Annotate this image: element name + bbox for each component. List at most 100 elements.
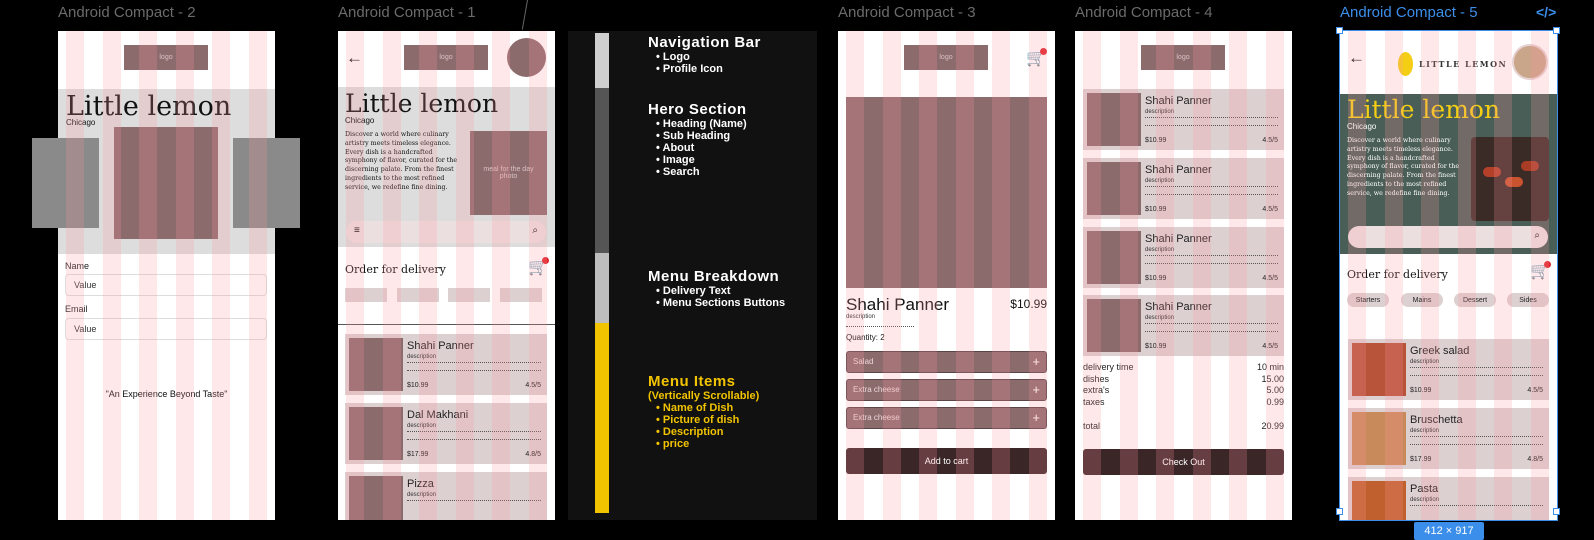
resize-handle-tr[interactable] bbox=[1553, 27, 1560, 34]
category-button-2[interactable] bbox=[397, 288, 439, 302]
dotted-line bbox=[1410, 367, 1543, 368]
dish-price: $10.99 bbox=[407, 382, 429, 389]
profile-avatar[interactable] bbox=[1512, 44, 1548, 80]
dish-rating: 4.8/5 bbox=[525, 451, 541, 458]
dotted-line bbox=[1145, 331, 1278, 332]
section-hero bbox=[595, 88, 609, 253]
dotted-line bbox=[1145, 194, 1278, 195]
cart-badge bbox=[542, 257, 549, 264]
email-field[interactable]: Value bbox=[65, 318, 267, 340]
summary-row-total: total 20.99 bbox=[1083, 421, 1284, 431]
search-bar[interactable]: ≡ ⌕ bbox=[346, 221, 546, 243]
note-item: Search bbox=[656, 166, 747, 178]
plus-icon[interactable]: + bbox=[1032, 382, 1040, 397]
food-detail bbox=[1521, 161, 1539, 171]
note-item: Sub Heading bbox=[656, 130, 747, 142]
dotted-line bbox=[407, 500, 541, 501]
tagline: "An Experience Beyond Taste" bbox=[105, 389, 228, 399]
checkout-button[interactable]: Check Out bbox=[1083, 449, 1284, 475]
hero-subheading: Chicago bbox=[66, 118, 96, 127]
back-arrow-icon[interactable]: ← bbox=[346, 48, 363, 68]
carousel-image-main bbox=[114, 127, 218, 239]
frame-android-compact-2: logo Little lemon Chicago Name Value Ema… bbox=[58, 31, 275, 520]
category-button-3[interactable] bbox=[448, 288, 490, 302]
resize-handle-bl[interactable] bbox=[1336, 508, 1343, 515]
order-delivery-text: Order for delivery bbox=[1347, 268, 1448, 281]
note-menu-items: Menu Items (Vertically Scrollable) Name … bbox=[648, 373, 759, 450]
category-button-1[interactable] bbox=[345, 288, 387, 302]
dish-price: $17.99 bbox=[1410, 456, 1432, 463]
code-icon[interactable]: </> bbox=[1536, 4, 1556, 20]
menu-item-card[interactable]: Bruschetta description $17.99 4.8/5 bbox=[1348, 408, 1549, 469]
menu-item-card[interactable]: Pizza description bbox=[345, 472, 547, 520]
carousel-image-right bbox=[233, 138, 300, 228]
dish-name: Shahi Panner bbox=[1145, 301, 1212, 313]
option-extra-cheese[interactable]: Extra cheese + bbox=[846, 379, 1047, 401]
cart-item-card[interactable]: Shahi Panner description $10.99 4.5/5 bbox=[1083, 89, 1284, 150]
menu-item-card[interactable]: Pasta description bbox=[1348, 477, 1549, 520]
name-field[interactable]: Value bbox=[65, 274, 267, 296]
dish-description: description bbox=[1145, 109, 1175, 115]
plus-icon[interactable]: + bbox=[1032, 354, 1040, 369]
food-detail bbox=[1483, 167, 1501, 177]
note-navigation-bar: Navigation Bar Logo Profile Icon bbox=[648, 34, 761, 75]
dish-price: $10.99 bbox=[1145, 275, 1167, 282]
note-item: Menu Sections Buttons bbox=[656, 297, 785, 309]
category-starters[interactable]: Starters bbox=[1347, 293, 1389, 307]
option-salad[interactable]: Salad + bbox=[846, 351, 1047, 373]
profile-avatar[interactable] bbox=[507, 38, 546, 77]
add-to-cart-button[interactable]: Add to cart bbox=[846, 448, 1047, 474]
hero-about: Discover a world where culinary artistry… bbox=[1347, 137, 1460, 197]
dish-image bbox=[1352, 412, 1406, 465]
note-subtitle: (Vertically Scrollable) bbox=[648, 390, 760, 402]
resize-handle-tl[interactable] bbox=[1336, 27, 1343, 34]
frame-size-badge: 412 × 917 bbox=[1414, 522, 1484, 540]
section-menu-breakdown bbox=[595, 253, 609, 323]
frame-title-5: Android Compact - 5 bbox=[1340, 4, 1478, 21]
carousel-image-left bbox=[32, 138, 99, 228]
option-extra-cheese[interactable]: Extra cheese + bbox=[846, 407, 1047, 429]
name-label: Name bbox=[65, 261, 90, 271]
lemon-logo-icon bbox=[1398, 52, 1413, 76]
dish-name: Bruschetta bbox=[1410, 414, 1463, 426]
search-icon[interactable]: ⌕ bbox=[532, 225, 538, 236]
dish-price: $10.99 bbox=[1145, 206, 1167, 213]
note-item: Heading (Name) bbox=[656, 118, 747, 130]
dish-rating: 4.5/5 bbox=[1262, 343, 1278, 350]
cart-item-card[interactable]: Shahi Panner description $10.99 4.5/5 bbox=[1083, 295, 1284, 356]
dish-description: description bbox=[1145, 178, 1175, 184]
dish-name: Shahi Panner bbox=[1145, 95, 1212, 107]
cart-item-card[interactable]: Shahi Panner description $10.99 4.5/5 bbox=[1083, 158, 1284, 219]
category-dessert[interactable]: Dessert bbox=[1454, 293, 1496, 307]
dotted-line bbox=[1145, 125, 1278, 126]
dotted-line bbox=[407, 431, 541, 432]
annotation-panel: Navigation Bar Logo Profile Icon Hero Se… bbox=[568, 31, 817, 520]
hero-heading: Little lemon bbox=[1347, 95, 1501, 124]
category-sides[interactable]: Sides bbox=[1507, 293, 1549, 307]
dish-price: $17.99 bbox=[407, 451, 429, 458]
category-button-4[interactable] bbox=[500, 288, 542, 302]
resize-handle-br[interactable] bbox=[1553, 508, 1560, 515]
dish-price: $10.99 bbox=[1145, 343, 1167, 350]
search-bar[interactable]: ⌕ bbox=[1348, 226, 1548, 248]
menu-item-card[interactable]: Shahi Panner description $10.99 4.5/5 bbox=[345, 334, 547, 395]
note-item: Logo bbox=[656, 51, 761, 63]
menu-item-card[interactable]: Dal Makhani description $17.99 4.8/5 bbox=[345, 403, 547, 464]
cart-item-card[interactable]: Shahi Panner description $10.99 4.5/5 bbox=[1083, 227, 1284, 288]
category-mains[interactable]: Mains bbox=[1401, 293, 1443, 307]
frame-android-compact-5[interactable]: ← LITTLE LEMON Little lemon Chicago Disc… bbox=[1339, 30, 1558, 521]
option-label: Extra cheese bbox=[853, 413, 900, 422]
back-arrow-icon[interactable]: ← bbox=[1348, 48, 1365, 68]
dish-rating: 4.5/5 bbox=[1527, 387, 1543, 394]
search-icon[interactable]: ⌕ bbox=[1534, 230, 1540, 241]
note-title: Navigation Bar bbox=[648, 34, 761, 51]
summary-value: 5.00 bbox=[1266, 385, 1284, 395]
plus-icon[interactable]: + bbox=[1032, 410, 1040, 425]
dish-name: Shahi Panner bbox=[1145, 233, 1212, 245]
menu-item-card[interactable]: Greek salad description $10.99 4.5/5 bbox=[1348, 339, 1549, 400]
hero-image: meal for the day photo bbox=[470, 131, 547, 215]
menu-icon[interactable]: ≡ bbox=[354, 225, 360, 236]
food-detail bbox=[1505, 177, 1523, 187]
summary-row-taxes: taxes 0.99 bbox=[1083, 397, 1284, 407]
dish-image bbox=[1352, 481, 1406, 520]
